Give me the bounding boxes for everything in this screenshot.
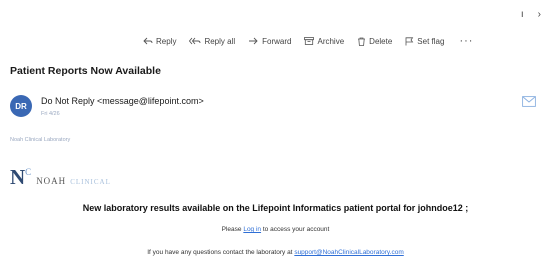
reply-icon [143, 37, 153, 45]
reply-label: Reply [156, 36, 177, 46]
logo-word: NOAH [36, 176, 67, 186]
set-flag-button[interactable]: Set flag [405, 37, 444, 46]
archive-button[interactable]: Archive [304, 37, 344, 46]
support-email-link[interactable]: support@NoahClinicalLaboratory.com [294, 249, 403, 256]
lab-tag: Noah Clinical Laboratory [10, 137, 71, 143]
email-date: Fri 4/26 [41, 111, 60, 117]
forward-button[interactable]: Forward [248, 37, 291, 46]
login-line: Please Log in to access your account [0, 226, 551, 233]
login-link[interactable]: Log in [243, 226, 261, 233]
reply-all-icon [189, 37, 201, 45]
delete-label: Delete [369, 36, 393, 46]
set-flag-label: Set flag [417, 36, 445, 46]
reply-all-label: Reply all [204, 36, 236, 46]
window-controls: ı › [521, 9, 541, 20]
sender-name[interactable]: Do Not Reply <message@lifepoint.com> [41, 96, 204, 106]
close-icon[interactable]: › [538, 9, 541, 20]
reply-all-button[interactable]: Reply all [189, 37, 235, 46]
email-headline: New laboratory results available on the … [82, 203, 469, 213]
minimize-icon[interactable]: ı [521, 9, 524, 20]
delete-icon [358, 37, 366, 46]
archive-label: Archive [317, 36, 345, 46]
message-toolbar: Reply Reply all Forward Archive Delete S… [143, 35, 543, 47]
sender-avatar[interactable]: DR [10, 95, 32, 117]
login-line-suffix: to access your account [262, 226, 330, 233]
email-subject: Patient Reports Now Available [10, 65, 161, 77]
logo-subword: CLINICAL [70, 178, 111, 186]
lab-logo: N C NOAH CLINICAL [10, 165, 111, 190]
forward-icon [249, 37, 258, 45]
logo-superscript: C [25, 167, 32, 177]
login-line-prefix: Please [221, 226, 242, 233]
archive-icon [304, 37, 315, 45]
more-actions-button[interactable]: ··· [459, 35, 473, 47]
logo-letter: N [10, 165, 25, 189]
open-in-new-window-icon[interactable] [522, 96, 536, 107]
flag-icon [405, 36, 414, 45]
delete-button[interactable]: Delete [357, 37, 392, 46]
contact-line-prefix: If you have any questions contact the la… [147, 249, 293, 256]
contact-line: If you have any questions contact the la… [0, 249, 551, 256]
reply-button[interactable]: Reply [143, 37, 176, 46]
forward-label: Forward [262, 36, 292, 46]
